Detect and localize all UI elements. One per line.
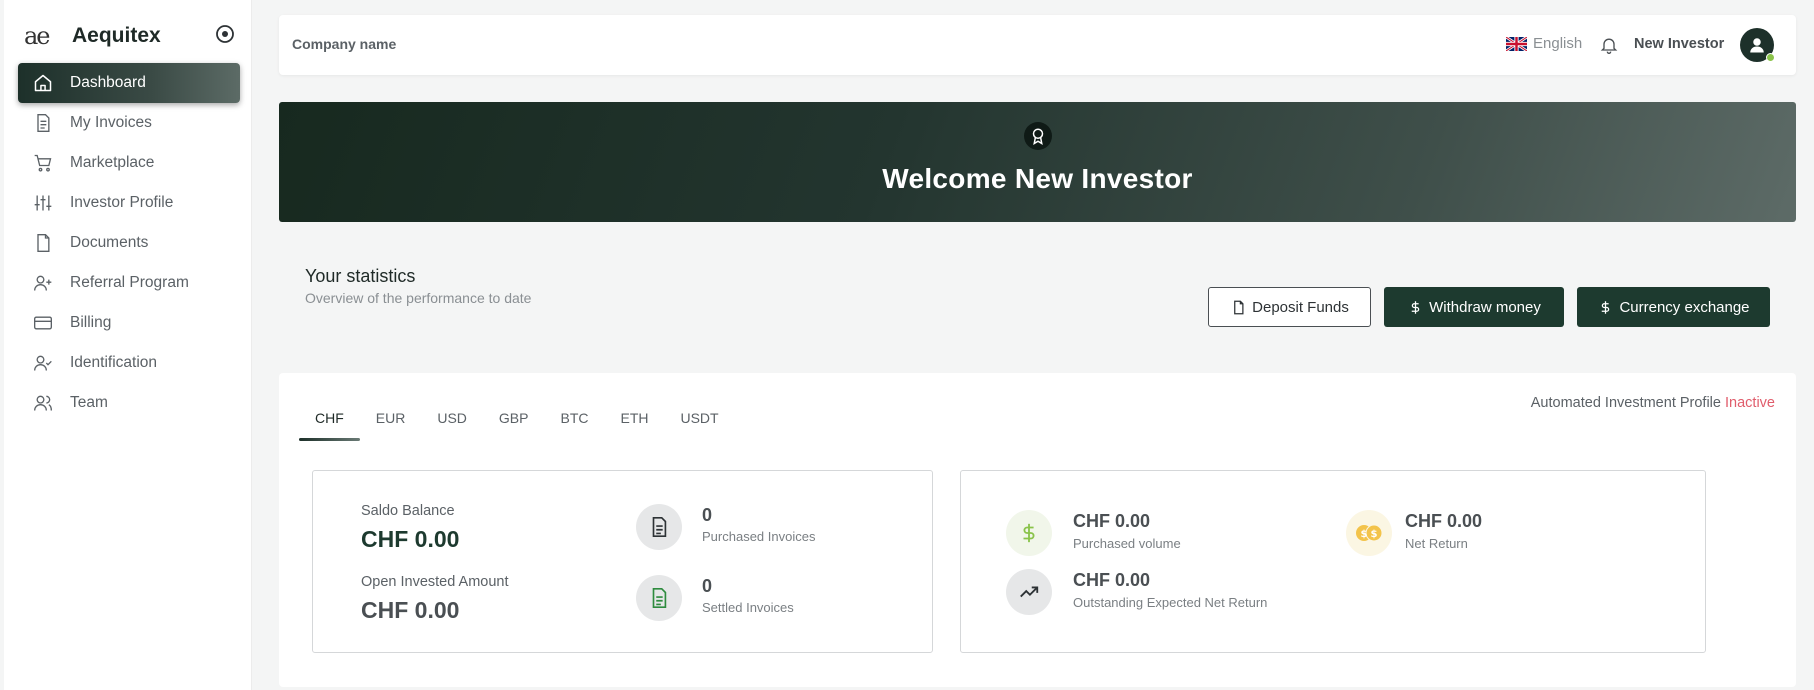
dollar-icon <box>1006 510 1052 556</box>
sidebar-item-billing[interactable]: Billing <box>18 303 240 343</box>
currency-tabs: CHF EUR USD GBP BTC ETH USDT <box>299 403 735 441</box>
language-selector[interactable]: English <box>1505 35 1583 52</box>
stats-subtitle: Overview of the performance to date <box>305 290 532 306</box>
balance-box: Saldo Balance CHF 0.00 Open Invested Amo… <box>312 470 933 653</box>
tab-eth[interactable]: ETH <box>604 403 664 433</box>
sidebar-item-label: Investor Profile <box>70 194 174 211</box>
svg-text:$: $ <box>1371 529 1378 540</box>
company-name: Company name <box>292 36 397 52</box>
open-invested-value: CHF 0.00 <box>361 597 460 623</box>
statistics-card: CHF EUR USD GBP BTC ETH USDT Automated I… <box>279 373 1796 687</box>
saldo-balance-label: Saldo Balance <box>361 503 455 519</box>
invoice-icon <box>32 112 54 134</box>
automated-investment-profile[interactable]: Automated Investment Profile Inactive <box>1531 395 1775 411</box>
open-invested-label: Open Invested Amount <box>361 574 509 590</box>
auto-profile-status: Inactive <box>1725 395 1775 411</box>
user-name[interactable]: New Investor <box>1634 36 1724 52</box>
sidebar-nav: Dashboard My Invoices Marketplace Invest… <box>18 63 240 423</box>
svg-text:$: $ <box>1361 529 1368 540</box>
tab-eur[interactable]: EUR <box>360 403 422 433</box>
welcome-banner: Welcome New Investor <box>279 102 1796 222</box>
language-label: English <box>1533 35 1583 52</box>
dollar-icon <box>1407 299 1423 315</box>
trending-up-icon <box>1006 569 1052 615</box>
avatar[interactable] <box>1740 28 1775 62</box>
document-lines-icon <box>636 504 682 550</box>
deposit-funds-label: Deposit Funds <box>1252 298 1349 316</box>
sliders-icon <box>32 192 54 214</box>
currency-exchange-button[interactable]: Currency exchange <box>1577 287 1770 327</box>
credit-card-icon <box>32 312 54 334</box>
settled-invoice-icon <box>636 575 682 621</box>
award-icon <box>1024 122 1052 150</box>
net-return-label: Net Return <box>1405 536 1468 551</box>
deposit-funds-button[interactable]: Deposit Funds <box>1208 287 1371 327</box>
sidebar-item-referral-program[interactable]: Referral Program <box>18 263 240 303</box>
settled-invoices-label: Settled Invoices <box>702 600 794 615</box>
brand-logo: ae <box>24 22 51 50</box>
top-bar: Company name English New Investor <box>279 15 1796 75</box>
currency-exchange-label: Currency exchange <box>1619 298 1750 316</box>
sidebar-item-investor-profile[interactable]: Investor Profile <box>18 183 240 223</box>
tab-btc[interactable]: BTC <box>544 403 604 433</box>
sidebar-item-label: Team <box>70 394 108 411</box>
sidebar-item-team[interactable]: Team <box>18 383 240 423</box>
sidebar-item-dashboard[interactable]: Dashboard <box>18 63 240 103</box>
user-check-icon <box>32 352 54 374</box>
auto-profile-label: Automated Investment Profile <box>1530 395 1721 411</box>
home-icon <box>32 72 54 94</box>
notification-bell-icon[interactable] <box>1599 34 1619 56</box>
tab-usd[interactable]: USD <box>421 403 483 433</box>
returns-box: CHF 0.00 Purchased volume $ $ CHF 0.00 Ne… <box>960 470 1706 653</box>
outstanding-return-label: Outstanding Expected Net Return <box>1073 595 1268 610</box>
coins-icon: $ $ <box>1346 510 1392 556</box>
sidebar-item-label: Marketplace <box>70 154 155 171</box>
online-status-dot <box>1766 53 1775 62</box>
sidebar-item-label: Dashboard <box>70 74 146 91</box>
sidebar-item-marketplace[interactable]: Marketplace <box>18 143 240 183</box>
purchased-invoices-count: 0 <box>702 505 713 525</box>
document-icon <box>1230 299 1246 315</box>
user-plus-icon <box>32 272 54 294</box>
document-icon <box>32 232 54 254</box>
withdraw-money-label: Withdraw money <box>1429 298 1541 316</box>
withdraw-money-button[interactable]: Withdraw money <box>1384 287 1564 327</box>
purchased-invoices-label: Purchased Invoices <box>702 529 816 544</box>
sidebar-item-identification[interactable]: Identification <box>18 343 240 383</box>
tab-gbp[interactable]: GBP <box>483 403 545 433</box>
sidebar-item-label: Identification <box>70 354 158 371</box>
dollar-icon <box>1597 299 1613 315</box>
brand-name: Aequitex <box>72 24 161 47</box>
purchased-volume-label: Purchased volume <box>1073 536 1181 551</box>
uk-flag-icon <box>1505 35 1528 52</box>
settled-invoices-count: 0 <box>702 576 713 596</box>
sidebar-item-label: My Invoices <box>70 114 152 131</box>
sidebar: ae Aequitex Dashboard My Invoices Market… <box>4 0 252 690</box>
cart-icon <box>32 152 54 174</box>
sidebar-item-my-invoices[interactable]: My Invoices <box>18 103 240 143</box>
welcome-title: Welcome New Investor <box>882 163 1193 194</box>
users-icon <box>32 392 54 414</box>
sidebar-item-documents[interactable]: Documents <box>18 223 240 263</box>
sidebar-item-label: Billing <box>70 314 112 331</box>
saldo-balance-value: CHF 0.00 <box>361 526 460 552</box>
net-return-value: CHF 0.00 <box>1405 511 1483 531</box>
stats-title: Your statistics <box>305 266 416 286</box>
tab-usdt[interactable]: USDT <box>664 403 734 433</box>
tab-chf[interactable]: CHF <box>299 403 360 441</box>
sidebar-item-label: Referral Program <box>70 274 189 291</box>
outstanding-return-value: CHF 0.00 <box>1073 570 1151 590</box>
brand[interactable]: ae Aequitex <box>24 20 244 52</box>
settings-toggle-icon[interactable] <box>214 23 236 45</box>
sidebar-item-label: Documents <box>70 234 149 251</box>
purchased-volume-value: CHF 0.00 <box>1073 511 1151 531</box>
